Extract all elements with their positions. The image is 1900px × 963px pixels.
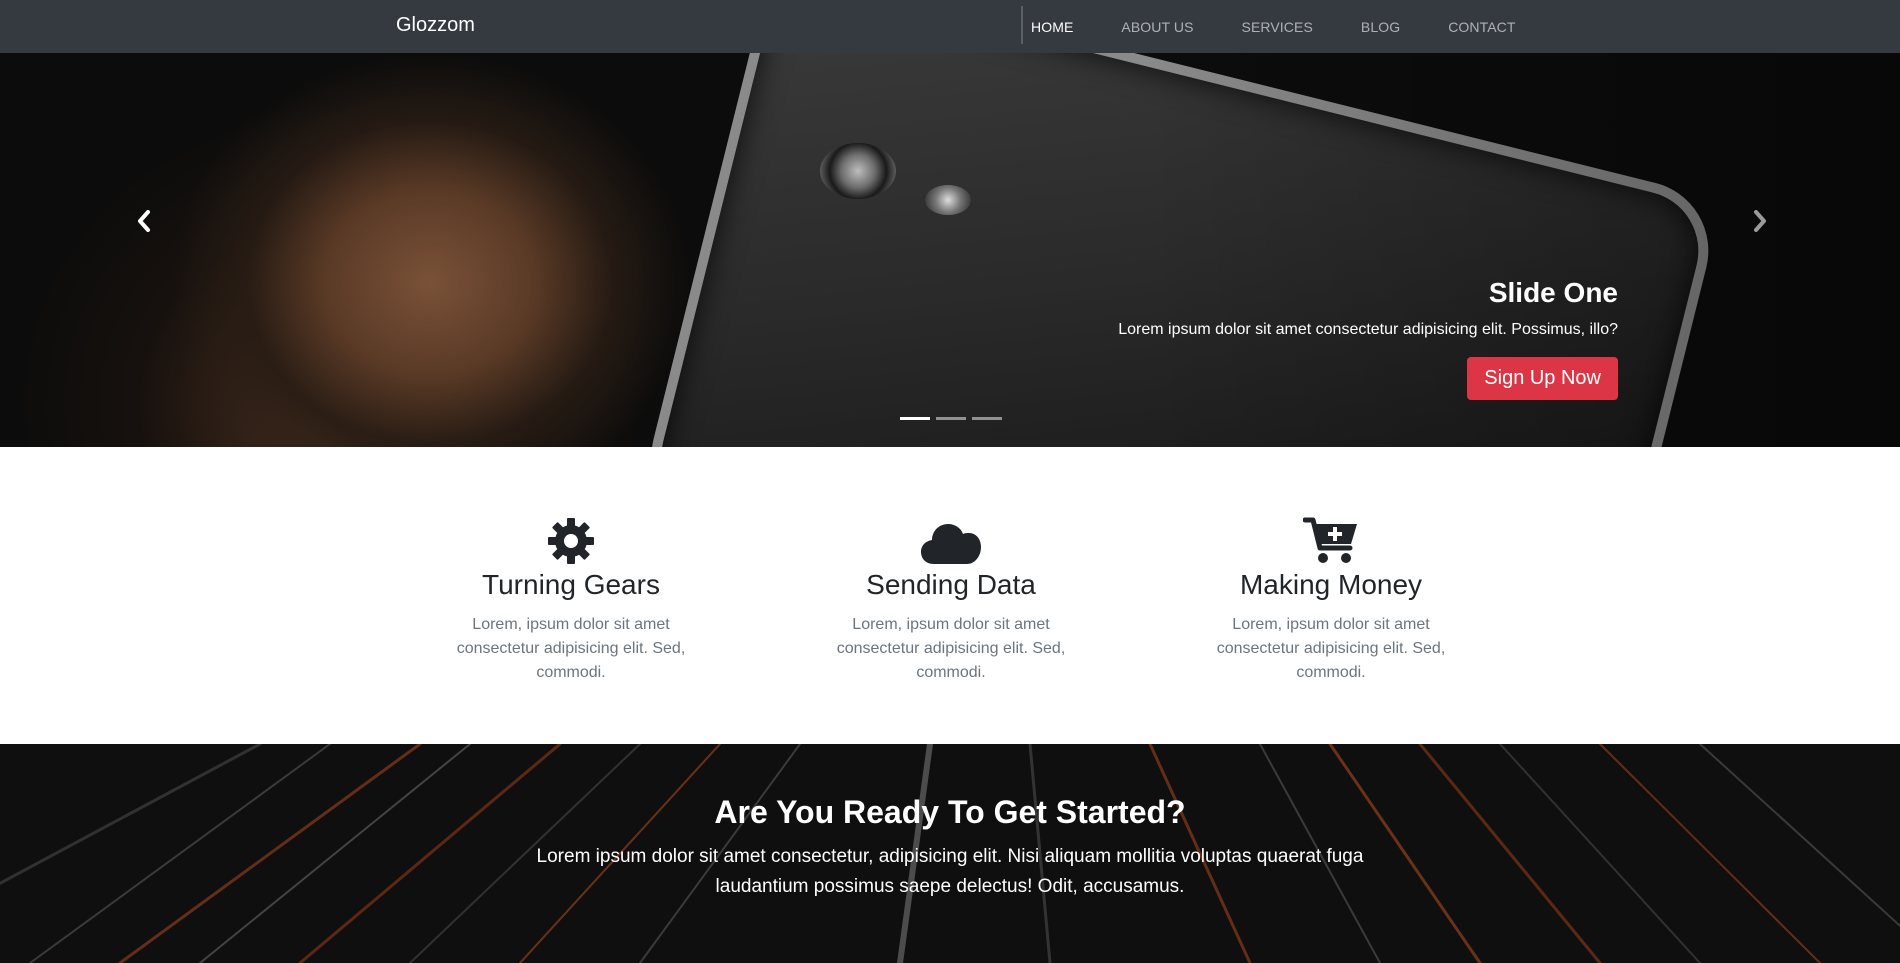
cta-title: Are You Ready To Get Started? [714,794,1186,830]
feature-card: Making Money Lorem, ipsum dolor sit amet… [1181,509,1481,685]
navbar: Glozzom HOME ABOUT US SERVICES BLOG CONT… [0,0,1900,53]
get-started-section: Are You Ready To Get Started? Lorem ipsu… [0,744,1900,963]
feature-title: Sending Data [866,569,1036,600]
hero-carousel: Slide One Lorem ipsum dolor sit amet con… [0,53,1900,447]
cloud-icon [801,509,1101,565]
nav-link-blog[interactable]: BLOG [1337,19,1424,35]
nav-link-about-us[interactable]: ABOUT US [1097,19,1217,35]
feature-card: Sending Data Lorem, ipsum dolor sit amet… [801,509,1101,685]
feature-title: Making Money [1239,569,1423,600]
sign-up-button[interactable]: Sign Up Now [1467,357,1618,400]
carousel-indicator-1[interactable] [900,417,930,420]
carousel-indicator-2[interactable] [936,417,966,420]
chevron-left-icon [136,209,152,237]
feature-text: Lorem, ipsum dolor sit amet consectetur … [456,616,686,681]
gear-icon [421,509,721,565]
cart-plus-icon [1181,509,1481,565]
cta-text: Lorem ipsum dolor sit amet consectetur, … [536,846,1364,897]
chevron-right-icon [1752,209,1768,237]
feature-title: Turning Gears [482,569,660,600]
carousel-next-button[interactable] [1740,203,1780,243]
slide-text: Lorem ipsum dolor sit amet consectetur a… [1118,321,1618,338]
nav-link-services[interactable]: SERVICES [1218,19,1337,35]
feature-text: Lorem, ipsum dolor sit amet consectetur … [836,616,1066,681]
carousel-indicator-3[interactable] [972,417,1002,420]
nav-links: HOME ABOUT US SERVICES BLOG CONTACT [1023,0,1540,53]
nav-link-contact[interactable]: CONTACT [1424,19,1539,35]
nav-link-home[interactable]: HOME [1023,19,1097,35]
feature-text: Lorem, ipsum dolor sit amet consectetur … [1216,616,1446,681]
brand-logo[interactable]: Glozzom [396,14,475,37]
features-section: Turning Gears Lorem, ipsum dolor sit ame… [0,447,1900,744]
carousel-prev-button[interactable] [124,203,164,243]
carousel-indicators [900,417,1002,420]
carousel-caption: Slide One Lorem ipsum dolor sit amet con… [1118,277,1618,400]
slide-title: Slide One [1488,277,1618,308]
feature-card: Turning Gears Lorem, ipsum dolor sit ame… [421,509,721,685]
